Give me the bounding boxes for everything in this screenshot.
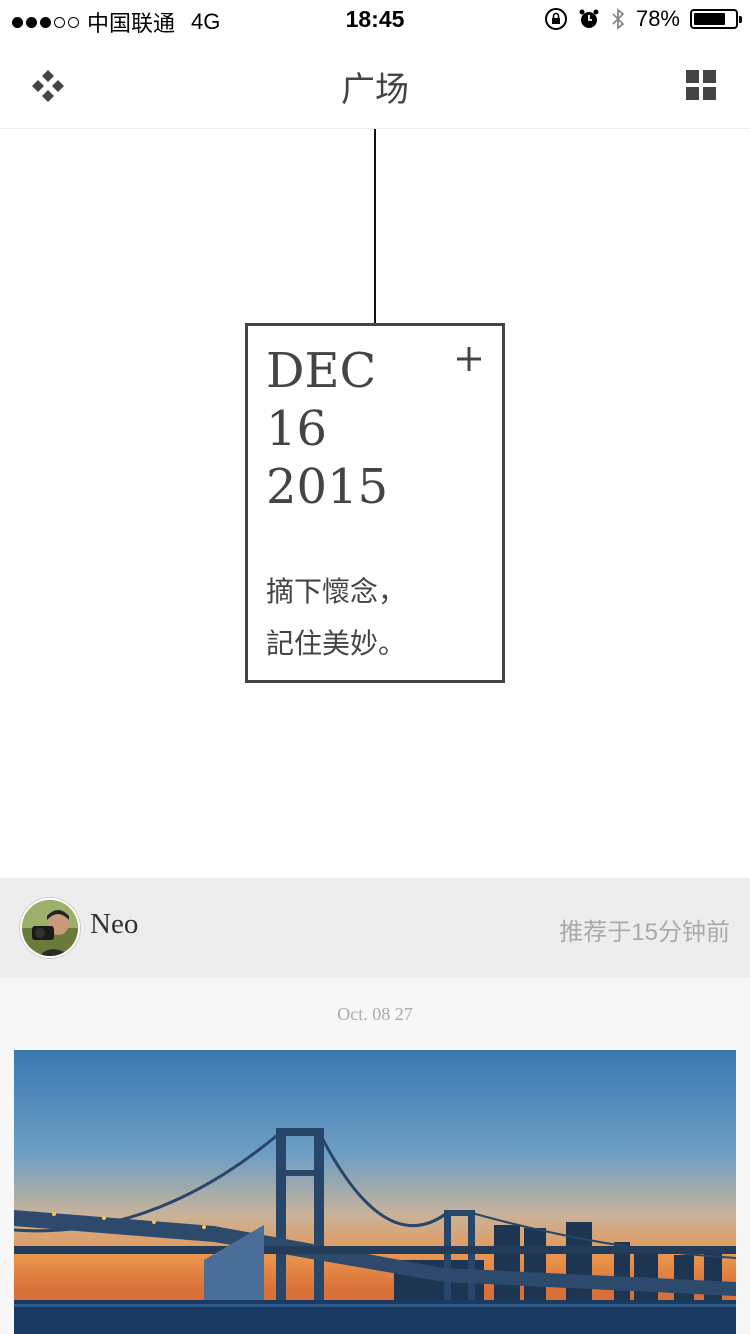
recommended-time: 推荐于15分钟前 <box>559 919 730 946</box>
rotation-lock-icon <box>544 8 567 30</box>
battery-percentage: 78% <box>635 6 680 31</box>
card-caption: 摘下懷念， 記住美妙。 <box>266 566 406 670</box>
caption-line: 摘下懷念， <box>266 576 407 607</box>
date-card[interactable]: DEC 16 2015 摘下懷念， 記住美妙。 <box>245 323 505 683</box>
grid-icon[interactable] <box>686 70 716 100</box>
status-right: 78% <box>544 6 742 32</box>
username[interactable]: Neo <box>90 908 138 941</box>
page-title: 广场 <box>341 71 409 109</box>
timeline-line <box>374 129 376 324</box>
caption-line: 記住美妙。 <box>266 628 407 659</box>
status-bar: 中国联通 4G 18:45 78% <box>0 0 750 40</box>
navigation-bar: 广场 <box>0 40 750 129</box>
date-year: 2015 <box>266 459 389 515</box>
alarm-icon <box>579 9 599 28</box>
post-date: Oct. 08 27 <box>337 1004 413 1024</box>
battery-icon <box>690 9 742 29</box>
battery-fill <box>694 13 725 25</box>
date-day: 16 <box>266 401 328 457</box>
post-header[interactable]: Neo 推荐于15分钟前 <box>0 878 750 978</box>
bluetooth-icon <box>612 8 625 30</box>
post-body: Oct. 08 27 <box>0 978 750 1334</box>
avatar[interactable] <box>20 898 80 958</box>
date-month: DEC <box>266 343 377 399</box>
date-block: DEC 16 2015 <box>266 342 388 516</box>
bridge-sunset-photo[interactable] <box>14 1050 736 1334</box>
plus-icon[interactable] <box>456 346 482 372</box>
